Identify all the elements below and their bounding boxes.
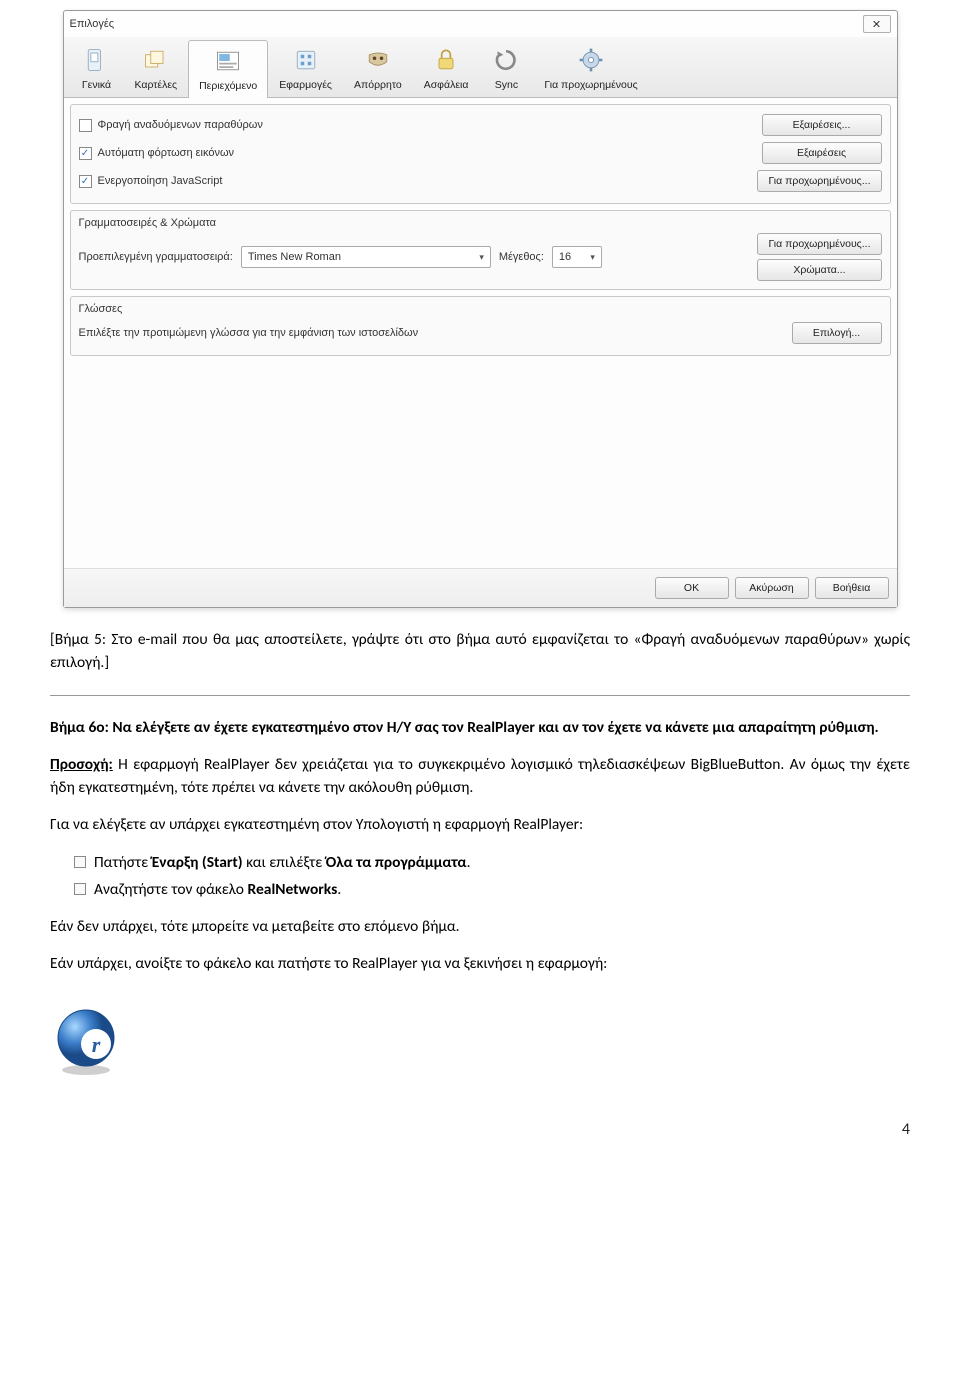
fonts-advanced-button[interactable]: Για προχωρημένους...: [757, 233, 881, 255]
general-icon: [81, 44, 113, 76]
tab-tabs[interactable]: Καρτέλες: [124, 39, 189, 97]
document-body: [Βήμα 5: Στο e-mail που θα μας αποστείλε…: [50, 628, 910, 1142]
popups-group: Φραγή αναδυόμενων παραθύρων Εξαιρέσεις..…: [70, 104, 891, 204]
caution-paragraph: Προσοχή: Η εφαρμογή RealPlayer δεν χρειά…: [50, 753, 910, 800]
realplayer-icon: r: [50, 1006, 122, 1078]
list-item: Αναζητήστε τον φάκελο RealNetworks.: [74, 878, 910, 901]
fonts-group: Γραμματοσειρές & Χρώματα Προεπιλεγμένη γ…: [70, 210, 891, 290]
size-label: Μέγεθος:: [499, 251, 544, 263]
exists-line: Εάν υπάρχει, ανοίξτε το φάκελο και πατήσ…: [50, 952, 910, 975]
tab-label: Γενικά: [82, 79, 111, 91]
languages-group: Γλώσσες Επιλέξτε την προτιμώμενη γλώσσα …: [70, 296, 891, 356]
tab-label: Απόρρητο: [354, 79, 402, 91]
load-images-label: Αυτόματη φόρτωση εικόνων: [98, 147, 235, 159]
content-icon: [212, 45, 244, 77]
cancel-button[interactable]: Ακύρωση: [735, 577, 809, 599]
applications-icon: [290, 44, 322, 76]
spacer: [70, 362, 891, 562]
tab-privacy[interactable]: Απόρρητο: [343, 39, 413, 97]
close-button[interactable]: ✕: [863, 15, 891, 33]
fonts-title: Γραμματοσειρές & Χρώματα: [79, 217, 882, 229]
dialog-title: Επιλογές: [70, 18, 115, 30]
step6-heading: Βήμα 6ο: Να ελέγξετε αν έχετε εγκατεστημ…: [50, 716, 910, 739]
load-images-checkbox[interactable]: ✓: [79, 147, 92, 160]
default-font-label: Προεπιλεγμένη γραμματοσειρά:: [79, 251, 233, 263]
font-select[interactable]: Times New Roman: [241, 246, 491, 268]
tab-label: Για προχωρημένους: [544, 79, 637, 91]
check-line: Για να ελέγξετε αν υπάρχει εγκατεστημένη…: [50, 813, 910, 836]
font-value: Times New Roman: [248, 251, 341, 263]
bullet-list: Πατήστε Έναρξη (Start) και επιλέξτε Όλα …: [50, 851, 910, 902]
tab-label: Ασφάλεια: [424, 79, 469, 91]
svg-text:r: r: [92, 1032, 101, 1057]
tabs-icon: [140, 44, 172, 76]
size-value: 16: [559, 251, 571, 263]
gear-icon: [575, 44, 607, 76]
mask-icon: [362, 44, 394, 76]
block-popups-checkbox[interactable]: [79, 119, 92, 132]
content-panel: Φραγή αναδυόμενων παραθύρων Εξαιρέσεις..…: [64, 98, 897, 568]
tab-security[interactable]: Ασφάλεια: [413, 39, 480, 97]
lock-icon: [430, 44, 462, 76]
lang-desc: Επιλέξτε την προτιμώμενη γλώσσα για την …: [79, 327, 419, 339]
tab-label: Περιεχόμενο: [199, 80, 257, 92]
enable-js-checkbox[interactable]: ✓: [79, 175, 92, 188]
lang-title: Γλώσσες: [79, 303, 882, 315]
size-select[interactable]: 16: [552, 246, 602, 268]
images-exceptions-button[interactable]: Εξαιρέσεις: [762, 142, 882, 164]
close-icon: ✕: [872, 18, 881, 31]
lang-choose-button[interactable]: Επιλογή...: [792, 322, 882, 344]
list-item: Πατήστε Έναρξη (Start) και επιλέξτε Όλα …: [74, 851, 910, 874]
tab-content[interactable]: Περιεχόμενο: [188, 40, 268, 98]
titlebar: Επιλογές ✕: [64, 11, 897, 37]
options-dialog: Επιλογές ✕ Γενικά Καρτέλες Περιεχόμενο: [63, 10, 898, 608]
popups-exceptions-button[interactable]: Εξαιρέσεις...: [762, 114, 882, 136]
ok-button[interactable]: OK: [655, 577, 729, 599]
tab-label: Καρτέλες: [135, 79, 178, 91]
tab-applications[interactable]: Εφαρμογές: [268, 39, 343, 97]
help-button[interactable]: Βοήθεια: [815, 577, 889, 599]
tab-label: Εφαρμογές: [279, 79, 332, 91]
divider: [50, 695, 910, 696]
enable-js-label: Ενεργοποίηση JavaScript: [98, 175, 223, 187]
dialog-footer: OK Ακύρωση Βοήθεια: [64, 568, 897, 607]
tab-general[interactable]: Γενικά: [70, 39, 124, 97]
tab-advanced[interactable]: Για προχωρημένους: [533, 39, 648, 97]
step5-text: [Βήμα 5: Στο e-mail που θα μας αποστείλε…: [50, 628, 910, 675]
not-exists-line: Εάν δεν υπάρχει, τότε μπορείτε να μεταβε…: [50, 915, 910, 938]
colors-button[interactable]: Χρώματα...: [757, 259, 881, 281]
page-number: 4: [50, 1118, 910, 1142]
sync-icon: [490, 44, 522, 76]
tab-strip: Γενικά Καρτέλες Περιεχόμενο Εφαρμογές Απ…: [64, 37, 897, 98]
tab-label: Sync: [495, 79, 518, 91]
js-advanced-button[interactable]: Για προχωρημένους...: [757, 170, 881, 192]
block-popups-label: Φραγή αναδυόμενων παραθύρων: [98, 119, 263, 131]
tab-sync[interactable]: Sync: [479, 39, 533, 97]
